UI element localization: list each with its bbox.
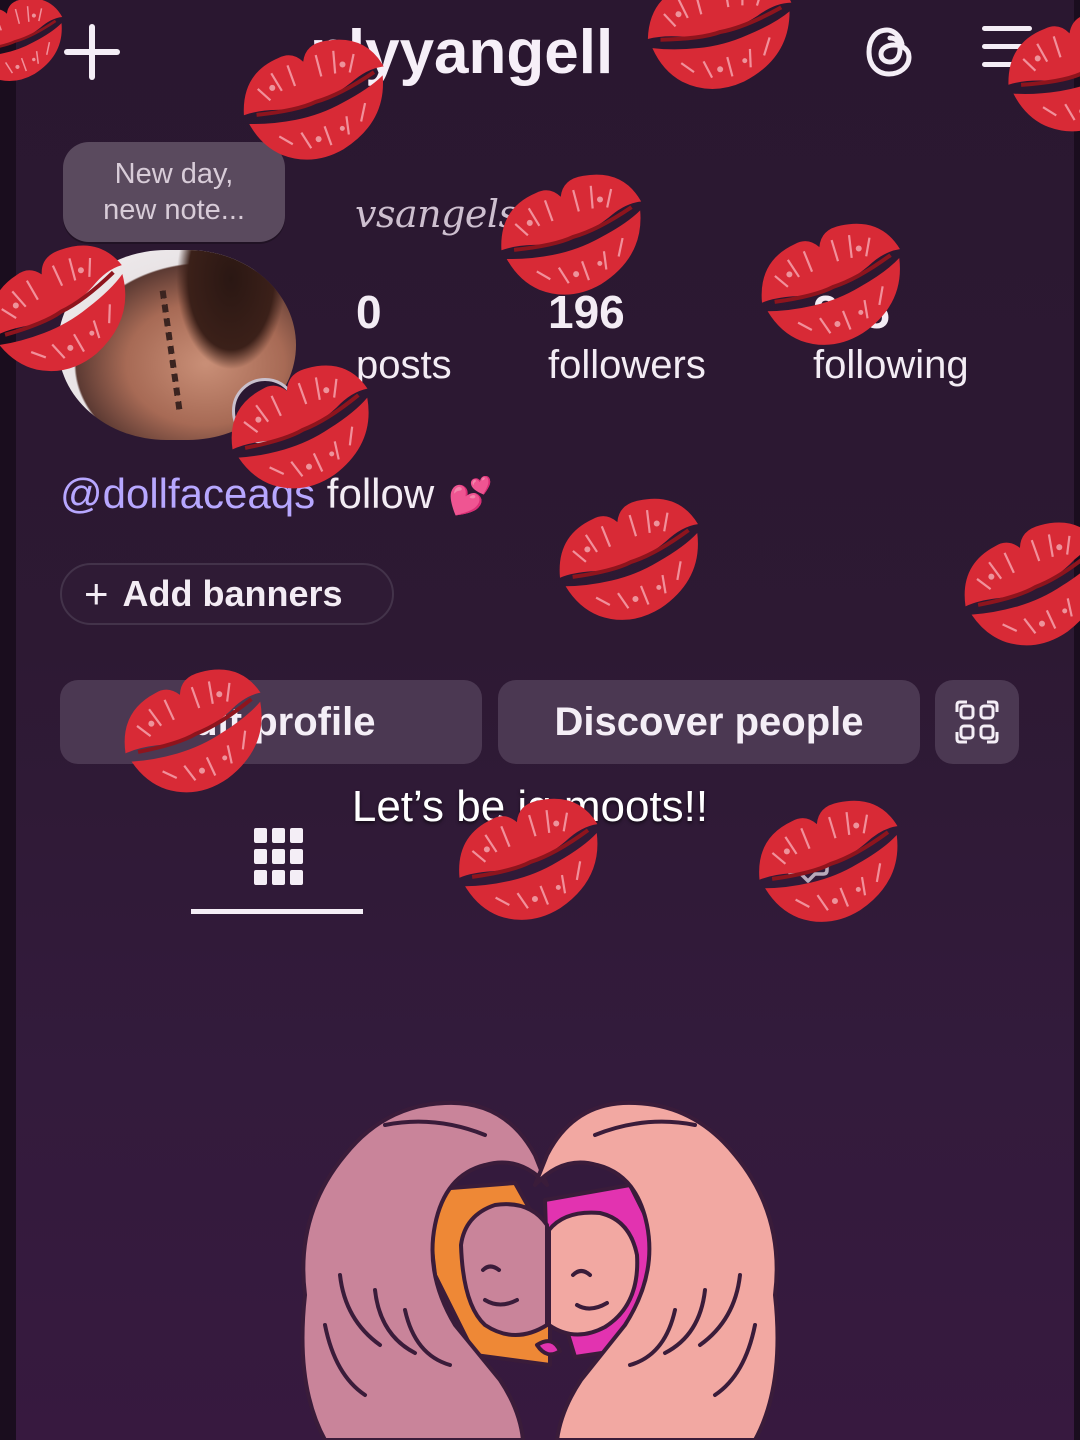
kiss-sticker xyxy=(933,488,1080,683)
followers-label: followers xyxy=(548,343,706,387)
add-banners-label: Add banners xyxy=(122,573,343,614)
posts-label: posts xyxy=(356,343,452,387)
discover-people-label: Discover people xyxy=(554,699,864,744)
discover-people-button[interactable]: Discover people xyxy=(498,680,920,764)
kiss-sticker xyxy=(982,0,1080,163)
grid-icon[interactable] xyxy=(254,828,304,886)
note-line-2: new note... xyxy=(103,194,245,226)
stat-posts[interactable]: 0 posts xyxy=(356,284,452,390)
qr-code-icon xyxy=(955,700,999,744)
qr-code-button[interactable] xyxy=(935,680,1019,764)
heart-hands-illustration xyxy=(300,1100,780,1440)
kiss-sticker xyxy=(625,0,816,118)
profile-screen: nlyyangell New day, new note... vsangels… xyxy=(0,0,1080,1440)
note-line-1: New day, xyxy=(114,158,234,190)
two-hearts-emoji: 💕 xyxy=(448,475,494,516)
plus-small-icon: + xyxy=(84,570,109,617)
right-edge-bar xyxy=(1074,0,1080,1440)
posts-count: 0 xyxy=(356,286,382,338)
threads-icon[interactable] xyxy=(860,22,920,82)
active-tab-underline xyxy=(191,909,363,914)
left-edge-bar xyxy=(0,0,16,1440)
kiss-sticker xyxy=(0,0,84,106)
add-banners-button[interactable]: + Add banners xyxy=(60,563,394,625)
kiss-sticker xyxy=(528,464,733,656)
